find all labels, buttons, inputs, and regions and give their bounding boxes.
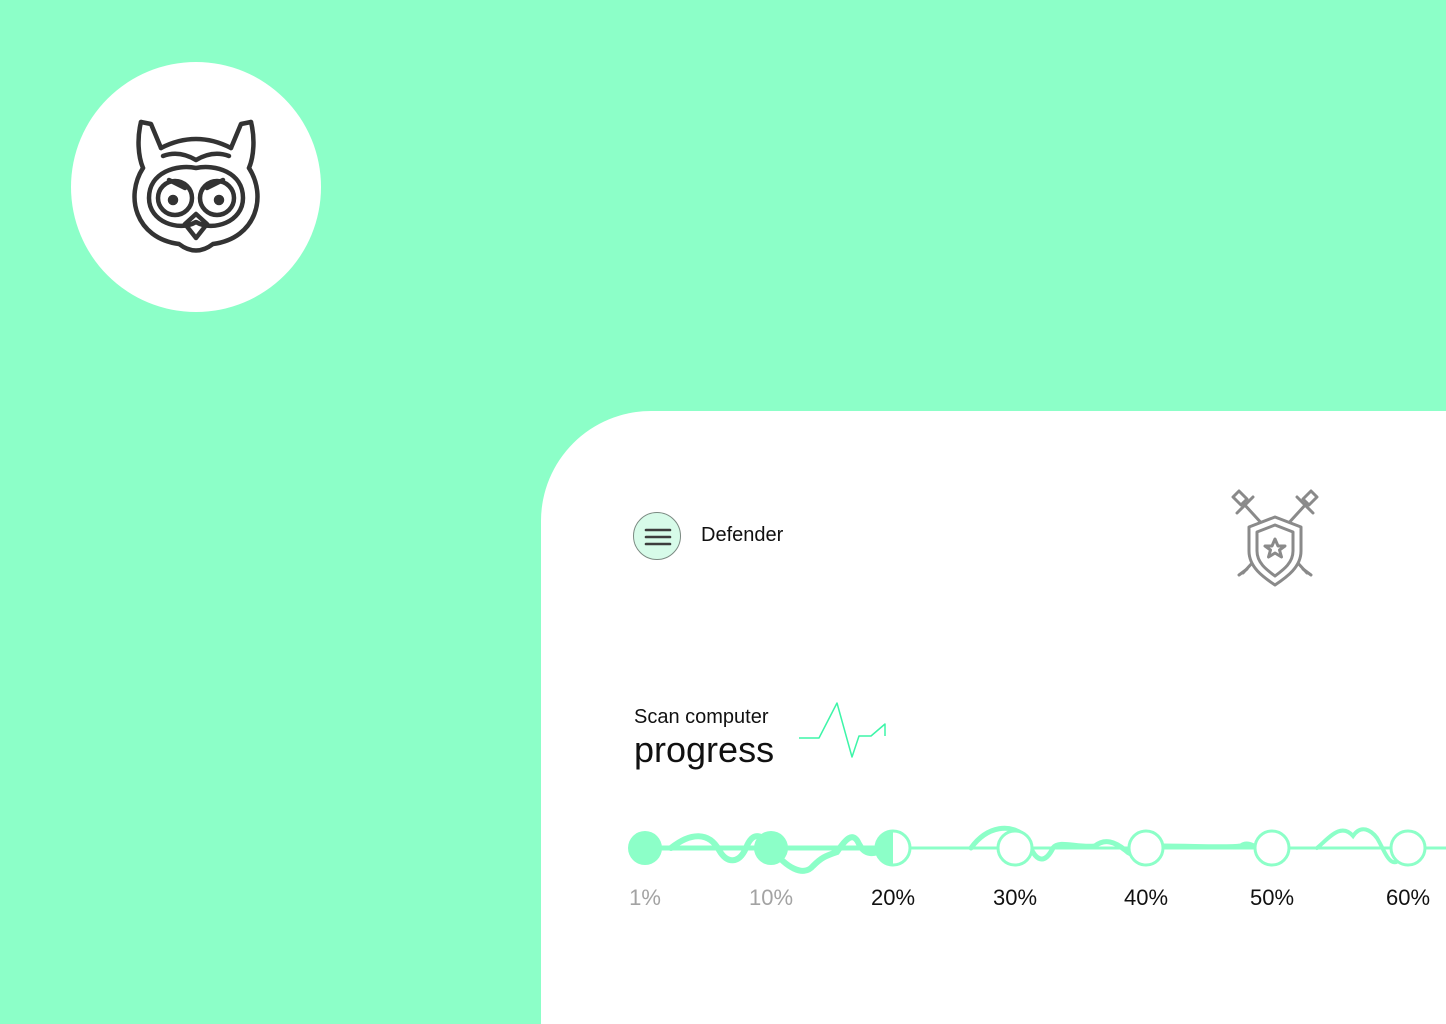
progress-label-30: 30% [992,885,1038,910]
progress-marker-30 [996,829,1034,867]
pulse-line-icon [799,702,886,758]
logo-badge [71,62,321,312]
progress-label-20: 20% [870,885,916,910]
owl-icon [132,119,260,253]
progress-marker-50 [1253,829,1291,867]
progress-label-60: 60% [1385,885,1431,910]
progress-marker-40 [1127,829,1165,867]
scan-label: Scan computer [634,706,769,728]
progress-track [628,825,1446,874]
progress-label-10: 10% [748,885,794,910]
progress-marker-20 [874,829,912,867]
menu-button[interactable] [633,512,681,560]
shield-crossed-swords-icon [1231,489,1319,587]
hamburger-menu-icon [644,528,672,546]
progress-title: progress [634,729,775,770]
progress-label-1: 1% [629,885,661,910]
progress-marker-60 [1389,829,1427,867]
progress-label-50: 50% [1249,885,1295,910]
scan-panel: Defender Scan computer progress 1% 10% 20%… [541,411,1446,1024]
progress-marker-10 [754,831,788,865]
app-title: Defender [701,524,784,546]
progress-marker-1 [628,831,662,865]
progress-label-40: 40% [1123,885,1169,910]
